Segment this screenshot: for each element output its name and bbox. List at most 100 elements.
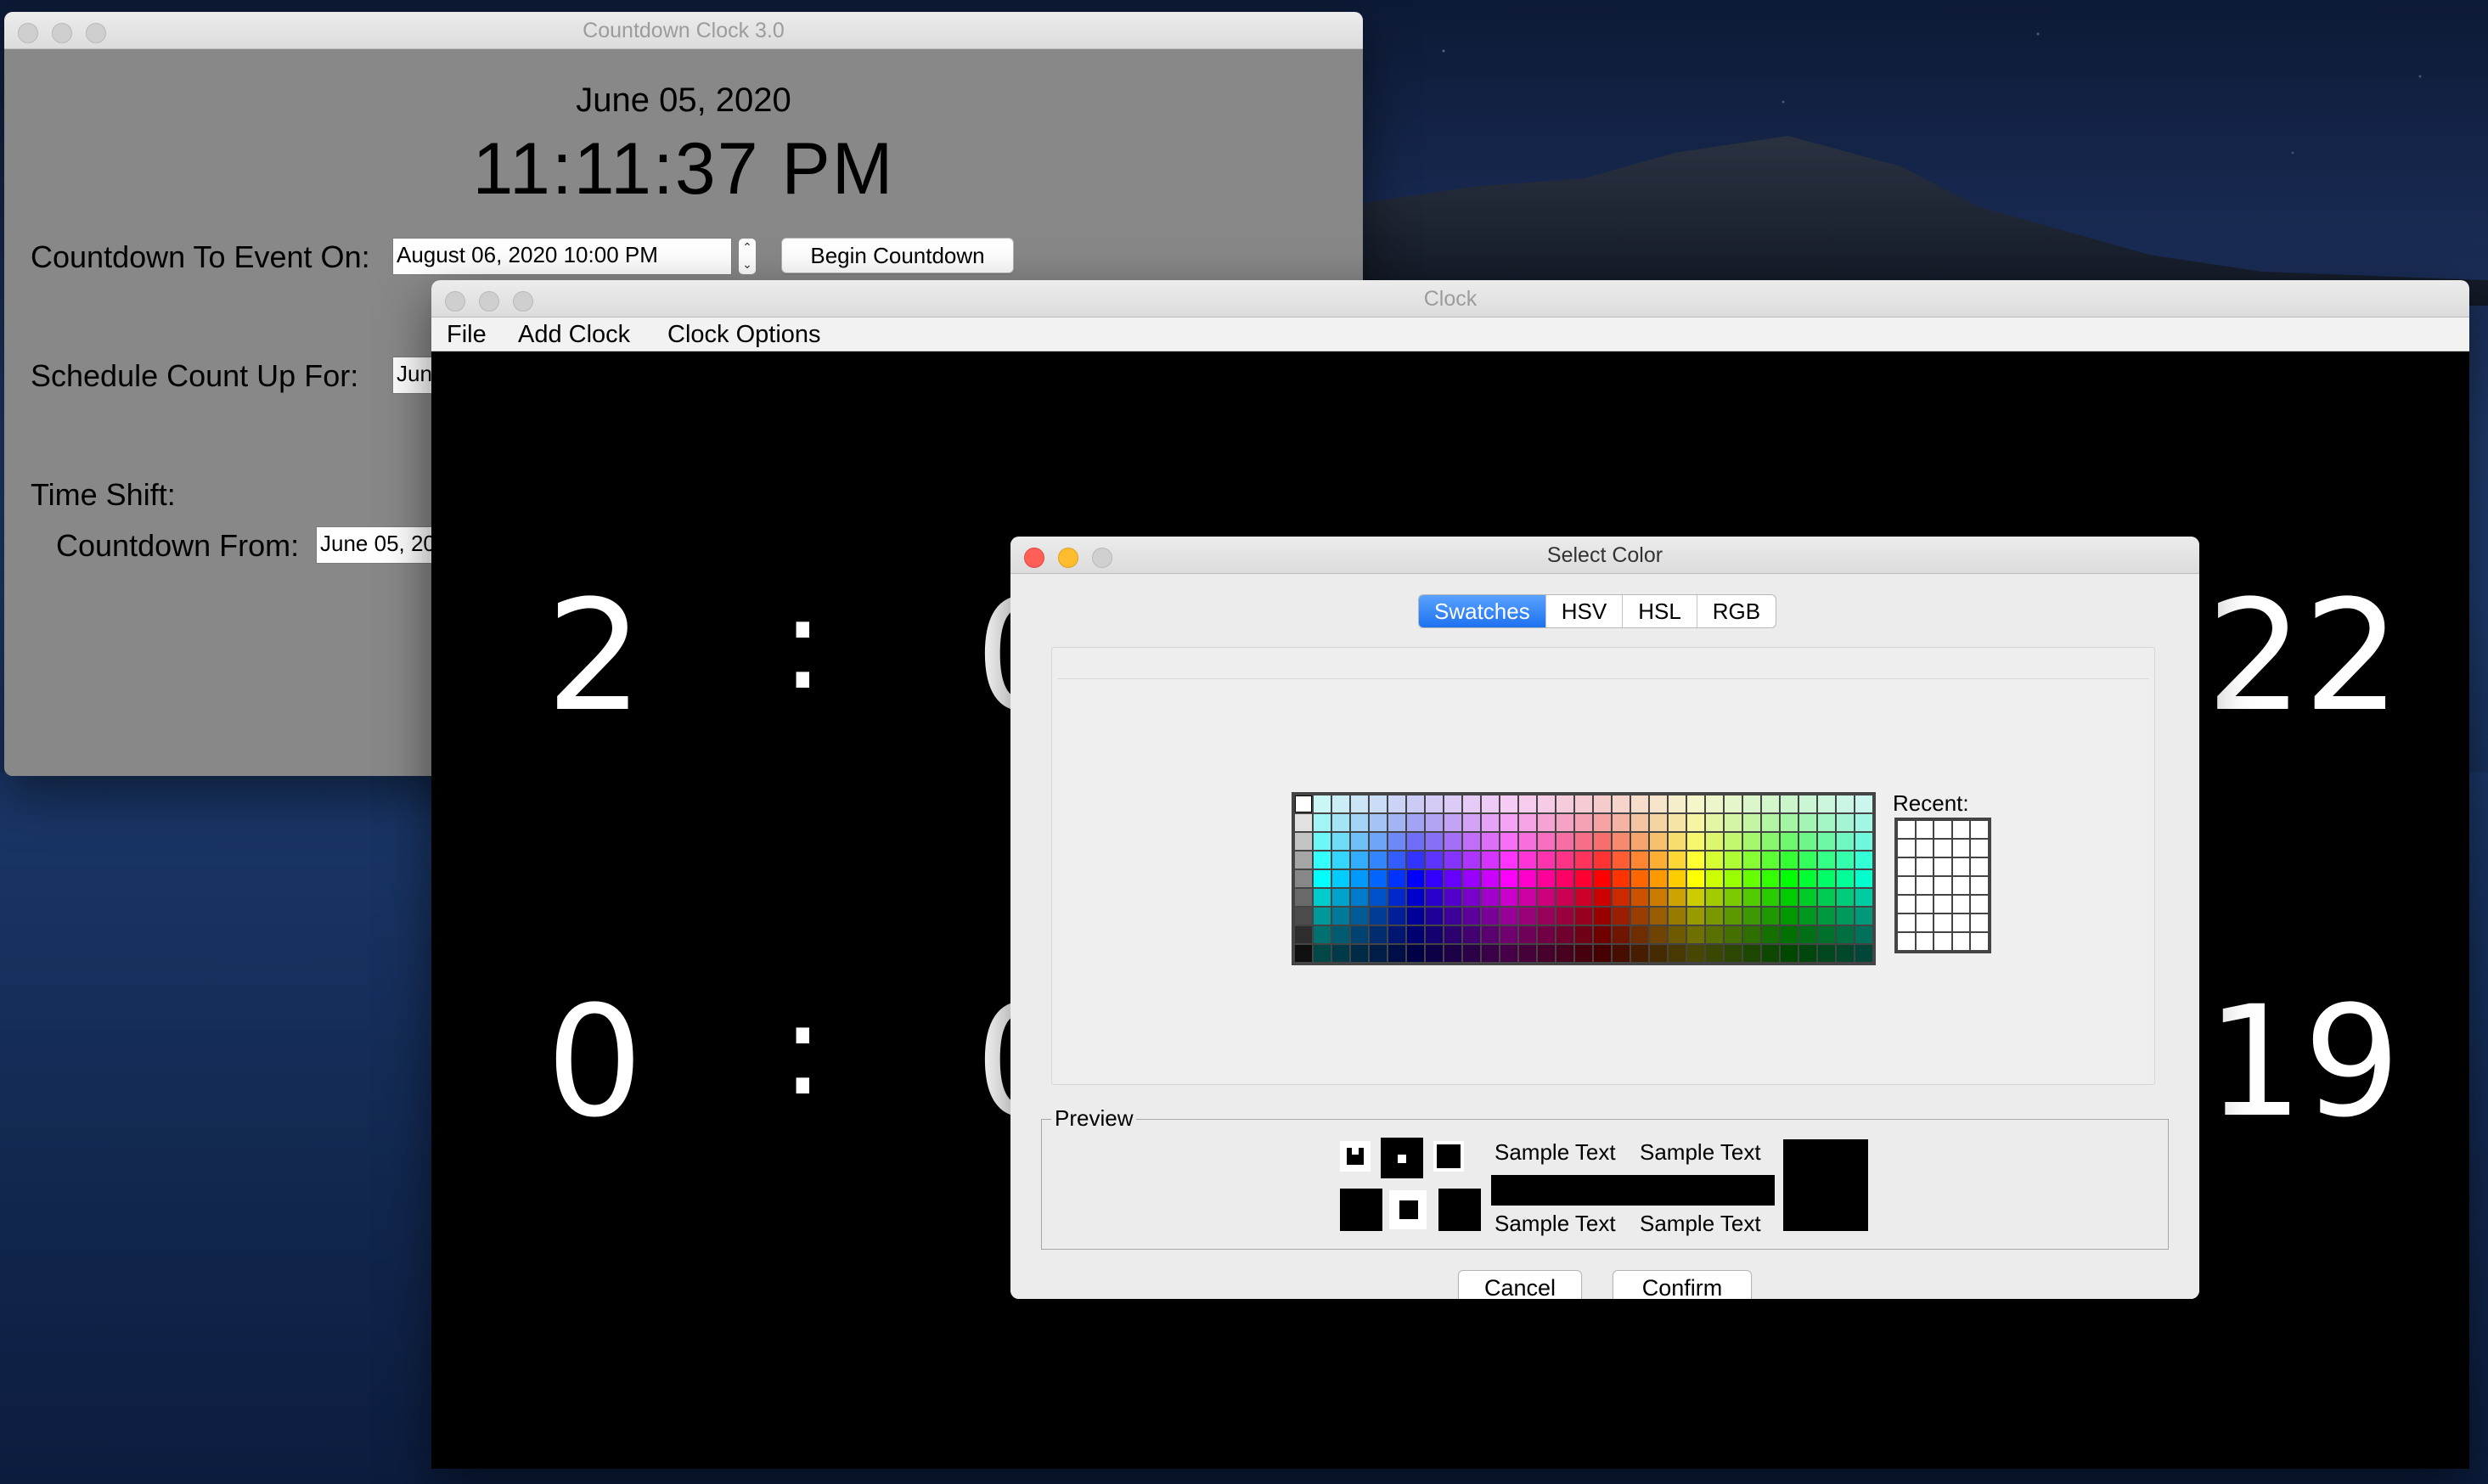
color-swatch[interactable] — [1388, 795, 1405, 812]
color-swatch[interactable] — [1351, 908, 1368, 925]
recent-swatch[interactable] — [1898, 877, 1915, 894]
color-swatch[interactable] — [1781, 908, 1798, 925]
color-swatch[interactable] — [1781, 795, 1798, 812]
color-swatch[interactable] — [1556, 852, 1573, 868]
recent-swatch[interactable] — [1898, 821, 1915, 838]
color-swatch[interactable] — [1706, 945, 1723, 962]
color-swatch[interactable] — [1519, 814, 1536, 831]
recent-swatch[interactable] — [1934, 933, 1951, 950]
color-swatch[interactable] — [1295, 945, 1312, 962]
color-swatch[interactable] — [1482, 795, 1499, 812]
color-swatch[interactable] — [1594, 870, 1611, 887]
color-swatch[interactable] — [1556, 889, 1573, 906]
color-swatch[interactable] — [1631, 852, 1648, 868]
color-swatch[interactable] — [1314, 852, 1331, 868]
color-swatch[interactable] — [1482, 889, 1499, 906]
color-swatch[interactable] — [1519, 945, 1536, 962]
color-swatch[interactable] — [1388, 833, 1405, 850]
color-swatch[interactable] — [1519, 926, 1536, 943]
color-swatch[interactable] — [1538, 833, 1555, 850]
recent-swatch[interactable] — [1952, 933, 1970, 950]
color-swatch[interactable] — [1500, 814, 1517, 831]
recent-swatch[interactable] — [1971, 877, 1988, 894]
color-swatch[interactable] — [1444, 795, 1461, 812]
color-swatch[interactable] — [1687, 945, 1704, 962]
color-swatch[interactable] — [1500, 908, 1517, 925]
color-swatch[interactable] — [1594, 814, 1611, 831]
dialog-titlebar[interactable]: Select Color — [1010, 537, 2199, 574]
color-swatch[interactable] — [1837, 926, 1854, 943]
color-swatch[interactable] — [1482, 945, 1499, 962]
color-swatch[interactable] — [1575, 926, 1592, 943]
tab-hsv[interactable]: HSV — [1546, 595, 1624, 627]
color-swatch[interactable] — [1482, 852, 1499, 868]
color-swatch[interactable] — [1575, 870, 1592, 887]
color-swatch[interactable] — [1650, 833, 1667, 850]
color-swatch[interactable] — [1463, 833, 1480, 850]
color-swatch[interactable] — [1463, 945, 1480, 962]
color-swatch[interactable] — [1837, 814, 1854, 831]
color-swatch[interactable] — [1332, 870, 1349, 887]
color-swatch[interactable] — [1332, 852, 1349, 868]
color-swatch[interactable] — [1743, 908, 1760, 925]
recent-swatch[interactable] — [1916, 877, 1934, 894]
color-swatch[interactable] — [1370, 908, 1387, 925]
window-titlebar[interactable]: Clock — [431, 280, 2469, 318]
color-swatch[interactable] — [1351, 795, 1368, 812]
color-swatch[interactable] — [1799, 795, 1816, 812]
color-swatch[interactable] — [1725, 926, 1742, 943]
color-swatch[interactable] — [1426, 945, 1443, 962]
color-swatch[interactable] — [1669, 814, 1686, 831]
color-swatch[interactable] — [1463, 795, 1480, 812]
color-swatch[interactable] — [1463, 814, 1480, 831]
color-swatch[interactable] — [1799, 814, 1816, 831]
color-swatch[interactable] — [1538, 889, 1555, 906]
color-swatch[interactable] — [1370, 852, 1387, 868]
datetime-spinner[interactable]: ⌃ ⌄ — [738, 238, 757, 275]
color-swatch[interactable] — [1762, 814, 1779, 831]
color-swatch[interactable] — [1631, 908, 1648, 925]
color-swatch[interactable] — [1556, 926, 1573, 943]
color-swatch[interactable] — [1575, 889, 1592, 906]
color-swatch[interactable] — [1351, 945, 1368, 962]
color-swatch[interactable] — [1781, 889, 1798, 906]
color-swatch[interactable] — [1799, 833, 1816, 850]
color-swatch[interactable] — [1332, 814, 1349, 831]
color-swatch[interactable] — [1669, 833, 1686, 850]
color-swatch[interactable] — [1743, 926, 1760, 943]
color-swatch[interactable] — [1669, 870, 1686, 887]
color-swatch[interactable] — [1837, 833, 1854, 850]
color-swatch[interactable] — [1482, 814, 1499, 831]
color-swatch[interactable] — [1613, 852, 1630, 868]
color-swatch[interactable] — [1388, 926, 1405, 943]
event-datetime-field[interactable]: August 06, 2020 10:00 PM — [392, 238, 732, 275]
color-swatch[interactable] — [1743, 852, 1760, 868]
color-swatch[interactable] — [1388, 908, 1405, 925]
recent-swatch[interactable] — [1934, 896, 1951, 913]
color-swatch[interactable] — [1855, 889, 1872, 906]
color-swatch[interactable] — [1444, 814, 1461, 831]
color-swatch[interactable] — [1613, 889, 1630, 906]
color-swatch[interactable] — [1762, 908, 1779, 925]
color-swatch[interactable] — [1631, 926, 1648, 943]
tab-swatches[interactable]: Swatches — [1419, 595, 1546, 627]
recent-swatch[interactable] — [1971, 858, 1988, 875]
color-swatch[interactable] — [1650, 870, 1667, 887]
color-swatch[interactable] — [1575, 833, 1592, 850]
color-swatch[interactable] — [1781, 926, 1798, 943]
color-swatch[interactable] — [1519, 833, 1536, 850]
color-swatch[interactable] — [1314, 795, 1331, 812]
color-swatch[interactable] — [1669, 926, 1686, 943]
color-swatch[interactable] — [1837, 852, 1854, 868]
color-swatch[interactable] — [1855, 795, 1872, 812]
color-swatch[interactable] — [1613, 870, 1630, 887]
color-swatch[interactable] — [1781, 870, 1798, 887]
color-swatch[interactable] — [1762, 926, 1779, 943]
color-swatch[interactable] — [1613, 814, 1630, 831]
color-swatch[interactable] — [1556, 945, 1573, 962]
color-swatch[interactable] — [1332, 833, 1349, 850]
color-swatch[interactable] — [1743, 833, 1760, 850]
recent-swatch[interactable] — [1916, 933, 1934, 950]
color-swatch[interactable] — [1407, 814, 1424, 831]
tab-hsl[interactable]: HSL — [1623, 595, 1697, 627]
